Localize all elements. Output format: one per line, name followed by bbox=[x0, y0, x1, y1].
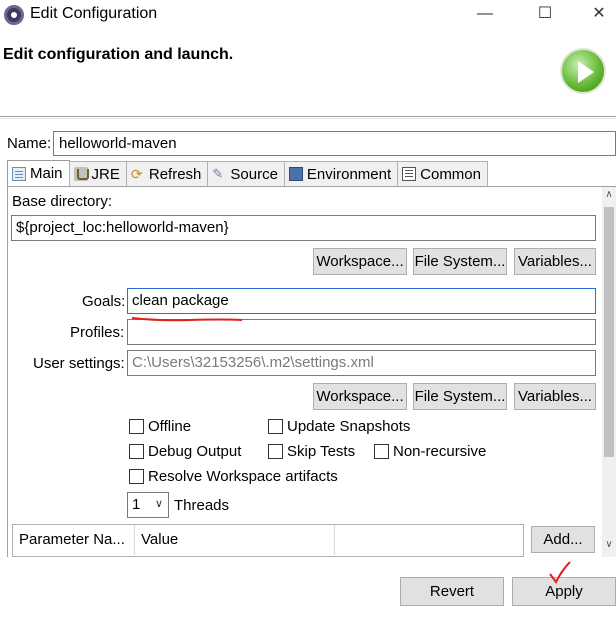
name-input[interactable] bbox=[53, 131, 616, 156]
common-icon bbox=[402, 167, 417, 181]
goals-label: Goals: bbox=[82, 293, 126, 310]
revert-button[interactable]: Revert bbox=[400, 577, 504, 606]
tab-label: Environment bbox=[306, 165, 392, 183]
non-recursive-checkbox[interactable] bbox=[374, 444, 389, 459]
add-parameter-button[interactable]: Add... bbox=[531, 526, 595, 553]
non-recursive-label: Non-recursive bbox=[393, 443, 487, 460]
resolve-workspace-label: Resolve Workspace artifacts bbox=[148, 468, 338, 485]
tab-label: Main bbox=[30, 165, 63, 182]
goals-input[interactable]: clean package bbox=[127, 288, 596, 314]
parameter-table[interactable]: Parameter Na... Value bbox=[12, 524, 524, 557]
tab-main[interactable]: Main bbox=[7, 160, 70, 186]
base-directory-input[interactable]: ${project_loc:helloworld-maven} bbox=[11, 215, 596, 241]
red-underline-annotation bbox=[131, 317, 243, 322]
tab-label: Source bbox=[230, 165, 278, 183]
threads-select[interactable]: 1 ∨ bbox=[127, 492, 169, 518]
debug-output-label: Debug Output bbox=[148, 443, 242, 460]
tab-jre[interactable]: JRE bbox=[68, 161, 127, 186]
variables-button[interactable]: Variables... bbox=[514, 248, 596, 275]
offline-label: Offline bbox=[148, 418, 192, 435]
tab-source[interactable]: ✎ Source bbox=[207, 161, 285, 186]
tab-refresh[interactable]: ⟳ Refresh bbox=[125, 161, 209, 186]
launch-run-icon bbox=[560, 48, 606, 94]
close-button[interactable]: ✕ bbox=[576, 0, 616, 30]
debug-output-checkbox[interactable] bbox=[129, 444, 144, 459]
source-icon: ✎ bbox=[212, 166, 224, 181]
column-header-value[interactable]: Value bbox=[135, 525, 335, 555]
chevron-down-icon: ∨ bbox=[154, 498, 163, 510]
window-title: Edit Configuration bbox=[30, 5, 158, 22]
refresh-icon: ⟳ bbox=[130, 166, 143, 182]
maximize-button[interactable]: ☐ bbox=[522, 0, 568, 30]
tab-label: JRE bbox=[91, 165, 120, 183]
tab-environment[interactable]: Environment bbox=[283, 161, 399, 186]
tab-label: Common bbox=[420, 165, 481, 183]
workspace-button[interactable]: Workspace... bbox=[313, 248, 407, 275]
tab-label: Refresh bbox=[148, 165, 202, 183]
threads-label: Threads bbox=[174, 497, 230, 514]
jre-icon bbox=[73, 167, 89, 181]
minimize-button[interactable]: — bbox=[462, 0, 508, 30]
update-snapshots-checkbox[interactable] bbox=[268, 419, 283, 434]
scrollbar-thumb[interactable] bbox=[604, 207, 614, 457]
header-divider bbox=[0, 116, 616, 117]
settings-variables-button[interactable]: Variables... bbox=[514, 383, 596, 410]
name-label: Name: bbox=[7, 135, 52, 152]
tab-bar: Main JRE ⟳ Refresh ✎ Source Environment … bbox=[7, 160, 488, 186]
skip-tests-checkbox[interactable] bbox=[268, 444, 283, 459]
dialog-header-title: Edit configuration and launch. bbox=[3, 46, 234, 63]
red-checkmark-annotation bbox=[549, 561, 571, 584]
title-bar: Edit Configuration — ☐ ✕ bbox=[0, 0, 616, 30]
base-directory-label: Base directory: bbox=[12, 193, 113, 210]
scroll-down-icon[interactable]: ∨ bbox=[602, 537, 616, 553]
user-settings-input[interactable]: C:\Users\32153256\.m2\settings.xml bbox=[127, 350, 596, 376]
user-settings-label: User settings: bbox=[33, 355, 125, 372]
profiles-label: Profiles: bbox=[70, 324, 125, 341]
settings-workspace-button[interactable]: Workspace... bbox=[313, 383, 407, 410]
header-divider-shadow bbox=[0, 118, 616, 119]
update-snapshots-label: Update Snapshots bbox=[287, 418, 411, 435]
file-system-button[interactable]: File System... bbox=[413, 248, 507, 275]
settings-file-system-button[interactable]: File System... bbox=[413, 383, 507, 410]
vertical-scrollbar[interactable]: ∧ ∨ bbox=[602, 187, 616, 557]
main-tab-icon bbox=[12, 166, 26, 181]
environment-icon bbox=[288, 167, 303, 181]
resolve-workspace-checkbox[interactable] bbox=[129, 469, 144, 484]
eclipse-app-icon bbox=[4, 5, 24, 25]
scroll-up-icon[interactable]: ∧ bbox=[602, 187, 616, 203]
threads-value: 1 bbox=[132, 496, 141, 513]
offline-checkbox[interactable] bbox=[129, 419, 144, 434]
column-header-parameter-name[interactable]: Parameter Na... bbox=[13, 525, 135, 555]
tab-common[interactable]: Common bbox=[397, 161, 488, 186]
skip-tests-label: Skip Tests bbox=[287, 443, 356, 460]
